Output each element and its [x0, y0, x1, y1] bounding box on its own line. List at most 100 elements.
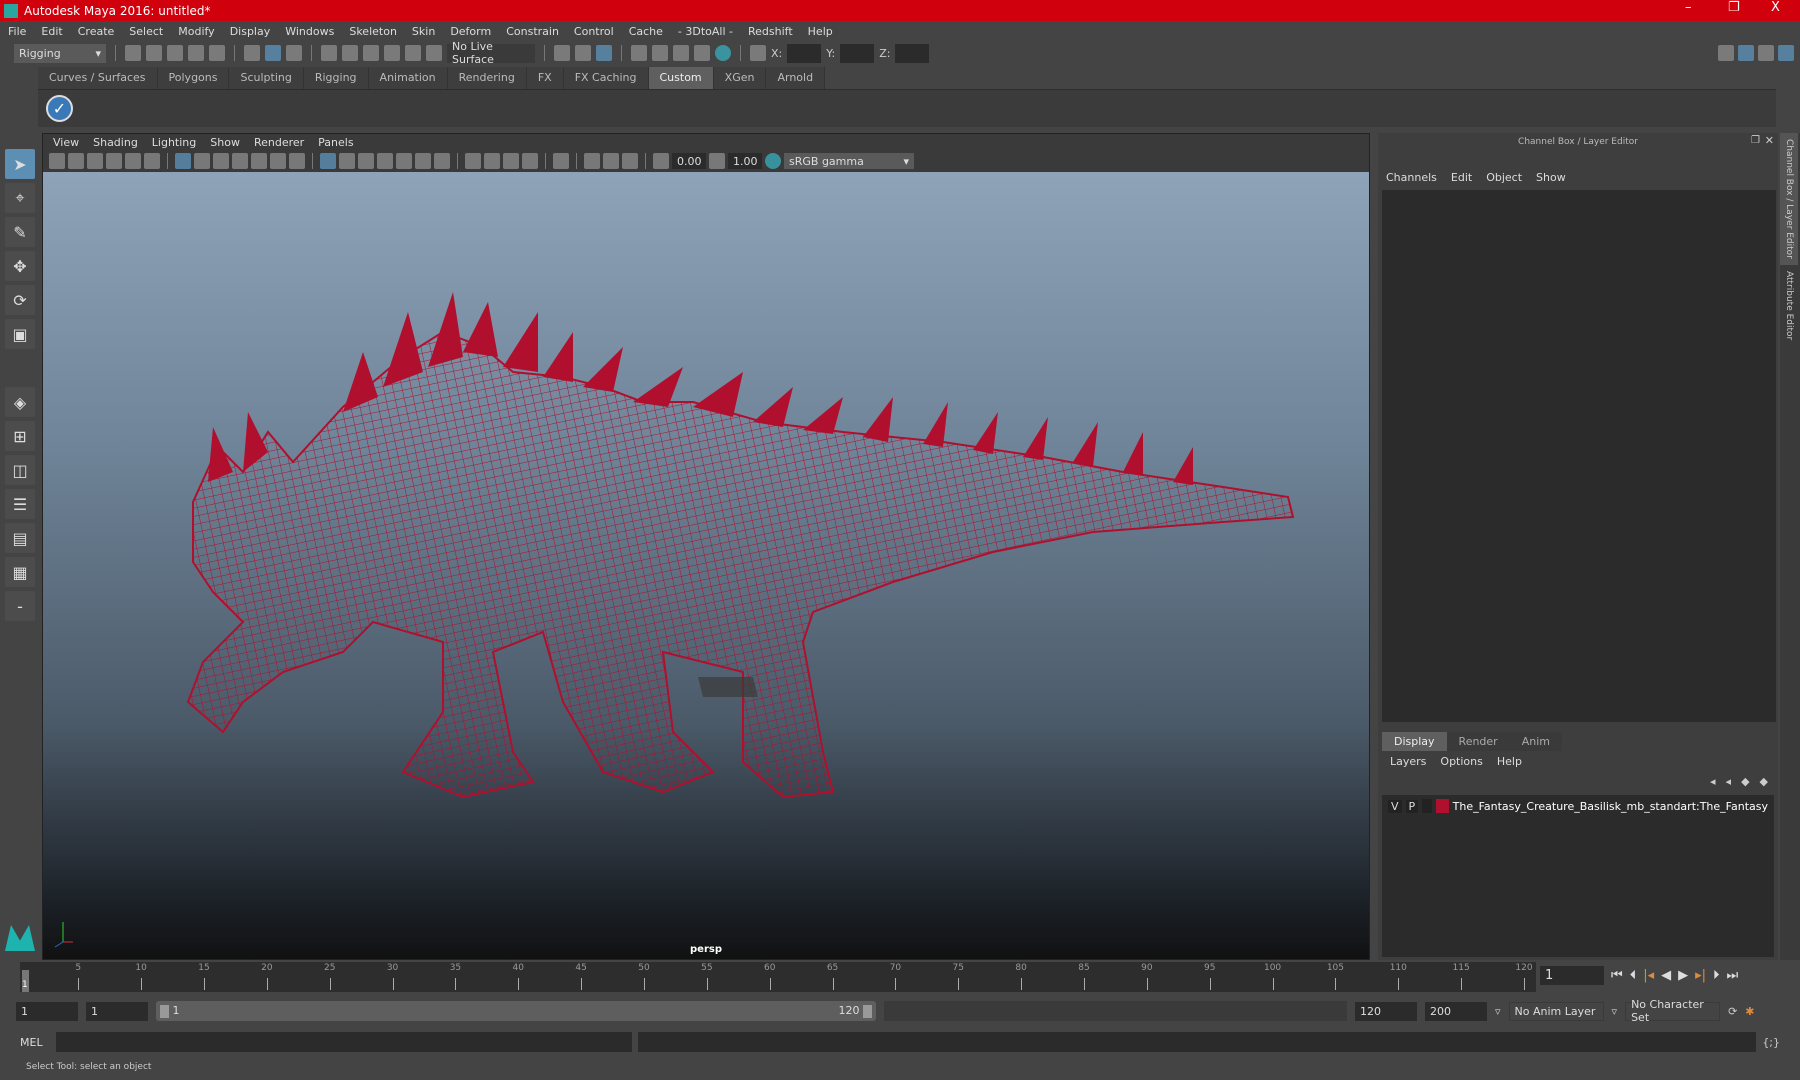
layer-color-swatch[interactable]	[1435, 799, 1449, 813]
snap-surface-icon[interactable]	[405, 45, 421, 61]
menu-modify[interactable]: Modify	[178, 25, 214, 38]
field-chart-icon[interactable]	[251, 153, 267, 169]
visibility-toggle[interactable]: V	[1388, 799, 1402, 813]
ipr-render-icon[interactable]	[673, 45, 689, 61]
menu-help[interactable]: Help	[808, 25, 833, 38]
side-tab-attribute-editor[interactable]: Attribute Editor	[1780, 265, 1798, 346]
tool-settings-toggle-icon[interactable]	[1758, 45, 1774, 61]
display-type-toggle[interactable]	[1422, 799, 1432, 813]
menu-edit[interactable]: Edit	[41, 25, 62, 38]
viewport-menu-renderer[interactable]: Renderer	[254, 136, 304, 149]
bookmark-icon[interactable]	[87, 153, 103, 169]
new-layer-icon[interactable]: ◆	[1741, 775, 1749, 788]
go-to-start-icon[interactable]: ⏮	[1611, 968, 1623, 983]
close-button[interactable]: X	[1771, 0, 1780, 15]
side-tab-channel-box[interactable]: Channel Box / Layer Editor	[1780, 133, 1798, 265]
playback-start-field[interactable]: 1	[86, 1001, 148, 1021]
collapse-layout-icon[interactable]: -	[5, 591, 35, 621]
depth-of-field-icon[interactable]	[622, 153, 638, 169]
isolate-select-icon[interactable]	[553, 153, 569, 169]
animation-preferences-icon[interactable]: ✱	[1745, 1005, 1754, 1018]
playback-toggle[interactable]: P	[1405, 799, 1419, 813]
shadows-icon[interactable]	[415, 153, 431, 169]
layer-menu-help[interactable]: Help	[1497, 755, 1522, 768]
new-scene-icon[interactable]	[125, 45, 141, 61]
range-end-handle[interactable]: 120	[839, 1004, 872, 1018]
select-component-icon[interactable]	[286, 45, 302, 61]
end-time-field[interactable]: 200	[1425, 1001, 1487, 1021]
menu-deform[interactable]: Deform	[450, 25, 491, 38]
menu-file[interactable]: File	[8, 25, 26, 38]
move-layer-down-icon[interactable]: ◂	[1726, 775, 1732, 788]
render-settings-icon[interactable]	[694, 45, 710, 61]
hypershade-layout-icon[interactable]: ▦	[5, 557, 35, 587]
snap-live-icon[interactable]	[426, 45, 442, 61]
shelf-tab-animation[interactable]: Animation	[368, 67, 448, 89]
channel-box-area[interactable]	[1382, 190, 1776, 722]
step-forward-key-icon[interactable]: ▸|	[1695, 968, 1706, 983]
scale-tool-icon[interactable]: ▣	[5, 319, 35, 349]
channel-box-menu-show[interactable]: Show	[1536, 171, 1566, 184]
menu-set-dropdown[interactable]: Rigging ▾	[14, 43, 106, 63]
textured-icon[interactable]	[377, 153, 393, 169]
xray-icon[interactable]	[465, 153, 481, 169]
checkmark-shelf-icon[interactable]: ✓	[46, 95, 73, 122]
current-frame-field[interactable]: 1	[1540, 966, 1604, 985]
safe-action-icon[interactable]	[270, 153, 286, 169]
live-surface-field[interactable]: No Live Surface	[447, 40, 535, 66]
shelf-tab-fx-caching[interactable]: FX Caching	[563, 67, 649, 89]
menu-control[interactable]: Control	[574, 25, 614, 38]
grease-pencil-icon[interactable]	[144, 153, 160, 169]
two-view-layout-icon[interactable]: ◫	[5, 455, 35, 485]
backface-icon[interactable]	[522, 153, 538, 169]
shelf-tab-xgen[interactable]: XGen	[713, 67, 767, 89]
shelf-tab-fx[interactable]: FX	[526, 67, 564, 89]
perspective-viewport[interactable]: persp	[43, 172, 1369, 959]
menu-display[interactable]: Display	[230, 25, 271, 38]
viewport-menu-show[interactable]: Show	[210, 136, 240, 149]
auto-key-icon[interactable]: ⟳	[1728, 1005, 1737, 1018]
play-backward-icon[interactable]: ◀	[1661, 968, 1671, 983]
layer-tab-display[interactable]: Display	[1382, 732, 1447, 751]
menu-create[interactable]: Create	[78, 25, 115, 38]
current-time-marker[interactable]: 1	[22, 970, 29, 992]
minimize-button[interactable]: –	[1685, 0, 1692, 15]
wireframe-icon[interactable]	[320, 153, 336, 169]
motion-blur-icon[interactable]	[603, 153, 619, 169]
command-language-label[interactable]: MEL	[20, 1036, 50, 1049]
step-forward-icon[interactable]: ⏵	[1713, 968, 1720, 983]
shelf-tab-rigging[interactable]: Rigging	[303, 67, 369, 89]
open-scene-icon[interactable]	[146, 45, 162, 61]
single-view-layout-icon[interactable]: ◈	[5, 387, 35, 417]
viewport-menu-view[interactable]: View	[53, 136, 79, 149]
select-object-icon[interactable]	[265, 45, 281, 61]
exposure-icon[interactable]	[653, 153, 669, 169]
transform-mode-icon[interactable]	[750, 45, 766, 61]
redo-icon[interactable]	[209, 45, 225, 61]
rotate-tool-icon[interactable]: ⟳	[5, 285, 35, 315]
film-gate-icon[interactable]	[194, 153, 210, 169]
two-d-pan-icon[interactable]	[125, 153, 141, 169]
output-ops-icon[interactable]	[575, 45, 591, 61]
menu-windows[interactable]: Windows	[285, 25, 334, 38]
playback-end-field[interactable]: 120	[1355, 1001, 1417, 1021]
layer-tab-render[interactable]: Render	[1446, 732, 1510, 751]
use-all-lights-icon[interactable]	[396, 153, 412, 169]
image-plane-icon[interactable]	[106, 153, 122, 169]
channel-box-toggle-icon[interactable]	[1778, 45, 1794, 61]
command-input[interactable]	[55, 1032, 632, 1052]
viewport-menu-lighting[interactable]: Lighting	[152, 136, 196, 149]
character-set-dropdown[interactable]: No Character Set	[1625, 998, 1721, 1024]
channel-box-menu-object[interactable]: Object	[1486, 171, 1522, 184]
creature-wireframe[interactable]	[43, 172, 1369, 959]
menu-constrain[interactable]: Constrain	[506, 25, 559, 38]
channel-box-menu-edit[interactable]: Edit	[1451, 171, 1472, 184]
default-material-icon[interactable]	[358, 153, 374, 169]
script-editor-icon[interactable]: {;}	[1762, 1036, 1780, 1049]
step-back-key-icon[interactable]: |◂	[1643, 968, 1654, 983]
shelf-tab-curves-surfaces[interactable]: Curves / Surfaces	[38, 67, 158, 89]
safe-title-icon[interactable]	[289, 153, 305, 169]
range-slider[interactable]: 1 120	[156, 1001, 876, 1021]
render-frame-icon[interactable]	[652, 45, 668, 61]
shelf-tab-sculpting[interactable]: Sculpting	[229, 67, 304, 89]
